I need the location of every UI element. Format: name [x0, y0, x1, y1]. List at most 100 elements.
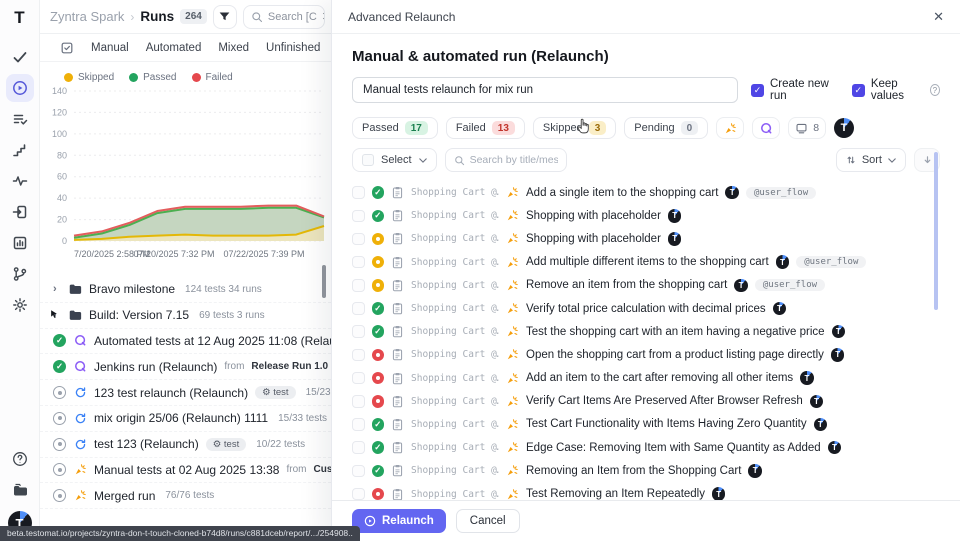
test-row[interactable]: Shopping Cart @…Edge Case: Removing Item…: [352, 436, 940, 459]
rail-item-branch[interactable]: [6, 260, 34, 288]
test-checkbox[interactable]: [352, 279, 365, 292]
test-title[interactable]: Test the shopping cart with an item havi…: [526, 326, 825, 338]
select-all-checkbox[interactable]: [362, 154, 374, 166]
relaunch-button[interactable]: Relaunch: [352, 509, 446, 533]
test-row[interactable]: Shopping Cart @…Add multiple different i…: [352, 251, 940, 274]
tab-unfinished[interactable]: Unfinished: [266, 42, 320, 54]
test-checkbox[interactable]: [352, 395, 365, 408]
filter-pill-skipped[interactable]: Skipped3: [533, 117, 616, 139]
rail-item-import[interactable]: [6, 198, 34, 226]
rail-item-gear[interactable]: [6, 291, 34, 319]
test-row[interactable]: Shopping Cart @…Removing an Item from th…: [352, 459, 940, 482]
rail-item-report[interactable]: [6, 229, 34, 257]
test-row[interactable]: Shopping Cart @…Shopping with placeholde…: [352, 227, 940, 250]
run-row[interactable]: test 123 (Relaunch)⚙ test10/22 tests: [40, 432, 331, 458]
test-row[interactable]: Shopping Cart @…Verify Cart Items Are Pr…: [352, 390, 940, 413]
run-row[interactable]: 123 test relaunch (Relaunch)⚙ test15/23 …: [40, 380, 331, 406]
run-row[interactable]: Jenkins run (Relaunch)fromRelease Run 1.…: [40, 354, 331, 380]
run-row[interactable]: mix origin 25/06 (Relaunch) 111115/33 te…: [40, 406, 331, 432]
filter-button[interactable]: [213, 5, 237, 29]
create-new-run-checkbox[interactable]: ✓ Create new run: [751, 78, 837, 102]
tests-list-scrollbar[interactable]: [934, 152, 938, 310]
test-checkbox[interactable]: [352, 349, 365, 362]
sort-dropdown[interactable]: Sort: [836, 148, 906, 172]
run-row[interactable]: Automated tests at 12 Aug 2025 11:08 (Re…: [40, 329, 331, 355]
checkbox-checked-icon[interactable]: ✓: [751, 84, 764, 97]
test-title[interactable]: Add an item to the cart after removing a…: [526, 372, 793, 384]
test-title[interactable]: Add multiple different items to the shop…: [526, 256, 769, 268]
run-title[interactable]: mix origin 25/06 (Relaunch) 1111: [94, 411, 268, 425]
filter-icon-button-spark[interactable]: [716, 117, 744, 139]
test-checkbox[interactable]: [352, 441, 365, 454]
search-clear-icon[interactable]: ✕: [322, 10, 325, 23]
test-title[interactable]: Add a single item to the shopping cart: [526, 187, 718, 199]
test-checkbox[interactable]: [352, 210, 365, 223]
chevron-right-icon[interactable]: ›: [53, 283, 61, 295]
test-row[interactable]: Shopping Cart @…Add a single item to the…: [352, 181, 940, 204]
run-title[interactable]: Manual tests at 02 Aug 2025 13:38: [94, 463, 279, 477]
milestone-row[interactable]: ›Build: Version 7.1569 tests 3 runs: [40, 303, 331, 329]
test-checkbox[interactable]: [352, 488, 365, 500]
global-search-input[interactable]: Search [C ✕: [243, 5, 325, 29]
test-row[interactable]: Shopping Cart @…Test Cart Functionality …: [352, 413, 940, 436]
test-title[interactable]: Verify Cart Items Are Preserved After Br…: [526, 395, 803, 407]
test-title[interactable]: Open the shopping cart from a product li…: [526, 349, 824, 361]
select-dropdown[interactable]: Select: [352, 148, 437, 172]
rail-item-help[interactable]: [6, 445, 34, 473]
run-row[interactable]: Merged run76/76 tests: [40, 483, 331, 509]
checkbox-checked-icon[interactable]: ✓: [852, 84, 865, 97]
left-panel-scrollbar[interactable]: [322, 265, 326, 298]
test-title[interactable]: Test Removing an Item Repeatedly: [526, 488, 705, 500]
tab-automated[interactable]: Automated: [146, 42, 202, 54]
rail-item-pulse[interactable]: [6, 167, 34, 195]
test-row[interactable]: Shopping Cart @…Remove an item from the …: [352, 274, 940, 297]
run-title[interactable]: Merged run: [94, 489, 155, 503]
rail-item-steps[interactable]: [6, 136, 34, 164]
rail-item-projects[interactable]: [6, 476, 34, 504]
test-checkbox[interactable]: [352, 325, 365, 338]
tab-manual[interactable]: Manual: [91, 42, 129, 54]
run-title[interactable]: Jenkins run (Relaunch): [94, 360, 217, 374]
rail-item-check[interactable]: [6, 43, 34, 71]
keep-values-checkbox[interactable]: ✓ Keep values ?: [852, 78, 940, 102]
board-icon[interactable]: [60, 41, 74, 55]
run-title[interactable]: Automated tests at 12 Aug 2025 11:08 (Re…: [94, 334, 331, 348]
test-checkbox[interactable]: [352, 418, 365, 431]
app-logo[interactable]: T: [8, 6, 32, 30]
test-row[interactable]: Shopping Cart @…Test the shopping cart w…: [352, 320, 940, 343]
comments-filter-button[interactable]: 8: [788, 117, 826, 139]
test-row[interactable]: Shopping Cart @…Shopping with placeholde…: [352, 204, 940, 227]
test-row[interactable]: Shopping Cart @…Open the shopping cart f…: [352, 343, 940, 366]
test-title[interactable]: Test Cart Functionality with Items Havin…: [526, 418, 807, 430]
run-name-input[interactable]: [352, 77, 738, 103]
rail-item-runs[interactable]: [6, 74, 34, 102]
test-checkbox[interactable]: [352, 302, 365, 315]
filter-pill-pending[interactable]: Pending0: [624, 117, 708, 139]
test-title[interactable]: Shopping with placeholder: [526, 233, 661, 245]
milestone-row[interactable]: ›Bravo milestone124 tests 34 runs: [40, 277, 331, 303]
tab-mixed[interactable]: Mixed: [218, 42, 249, 54]
test-title[interactable]: Edge Case: Removing Item with Same Quant…: [526, 442, 821, 454]
test-checkbox[interactable]: [352, 465, 365, 478]
help-icon[interactable]: ?: [930, 84, 940, 96]
test-title[interactable]: Verify total price calculation with deci…: [526, 303, 766, 315]
test-checkbox[interactable]: [352, 233, 365, 246]
cancel-button[interactable]: Cancel: [456, 509, 520, 533]
test-title[interactable]: Shopping with placeholder: [526, 210, 661, 222]
filter-pill-passed[interactable]: Passed17: [352, 117, 438, 139]
close-icon[interactable]: ✕: [933, 9, 944, 25]
test-title[interactable]: Remove an item from the shopping cart: [526, 279, 727, 291]
run-title[interactable]: test 123 (Relaunch): [94, 437, 199, 451]
test-title[interactable]: Removing an Item from the Shopping Cart: [526, 465, 741, 477]
test-row[interactable]: Shopping Cart @…Add an item to the cart …: [352, 367, 940, 390]
test-checkbox[interactable]: [352, 186, 365, 199]
run-title[interactable]: 123 test relaunch (Relaunch): [94, 386, 248, 400]
test-row[interactable]: Shopping Cart @…Verify total price calcu…: [352, 297, 940, 320]
test-row[interactable]: Shopping Cart @…Test Removing an Item Re…: [352, 482, 940, 500]
test-checkbox[interactable]: [352, 256, 365, 269]
tests-search-input[interactable]: Search by title/messag: [445, 148, 567, 172]
test-checkbox[interactable]: [352, 372, 365, 385]
filter-icon-button-automated-q[interactable]: [752, 117, 780, 139]
rail-item-tasks[interactable]: [6, 105, 34, 133]
filter-pill-failed[interactable]: Failed13: [446, 117, 525, 139]
